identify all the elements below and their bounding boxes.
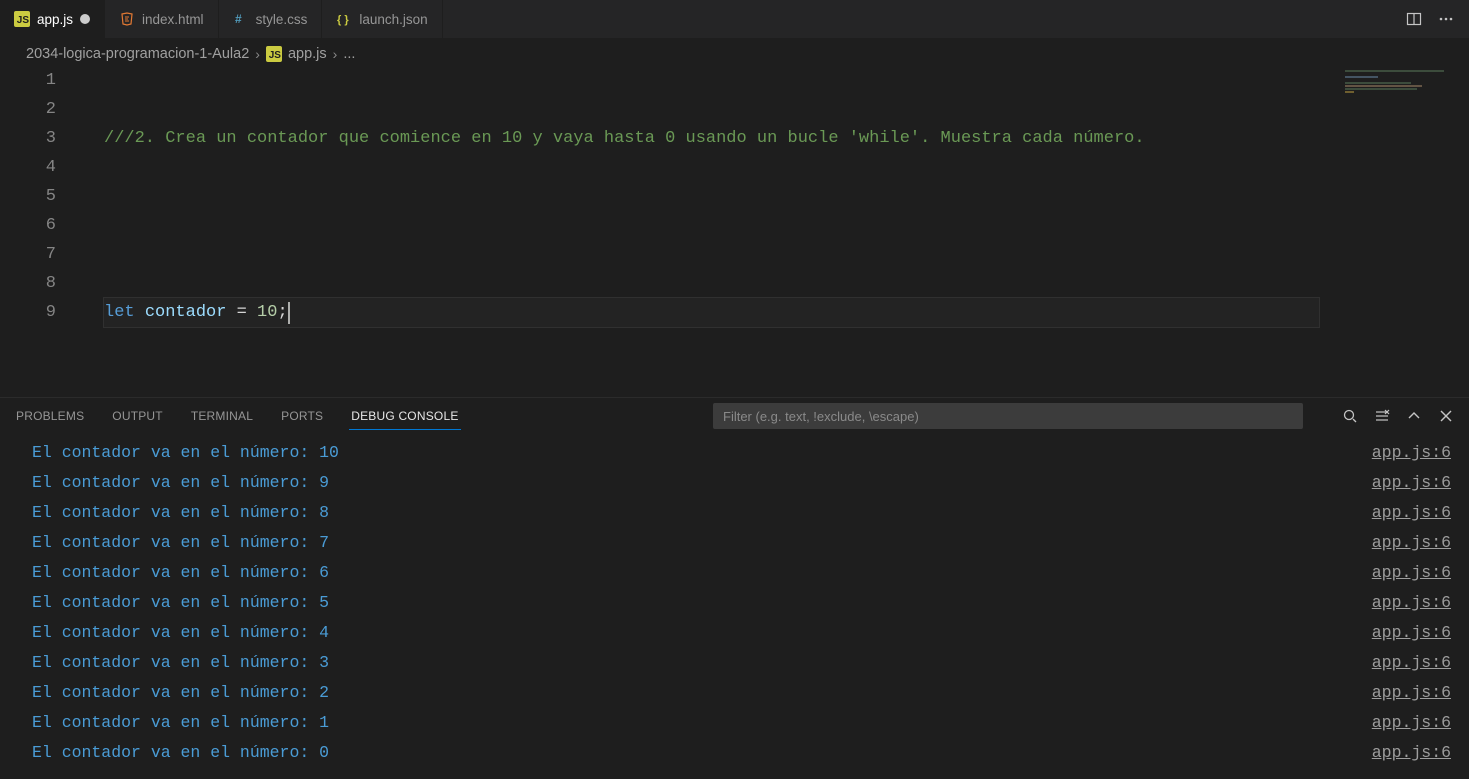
console-line: El contador va en el número: 1app.js:6 — [32, 708, 1455, 738]
console-source-link[interactable]: app.js:6 — [1372, 618, 1455, 648]
svg-text:{ }: { } — [337, 14, 349, 26]
minimap[interactable] — [1345, 70, 1455, 110]
console-line: El contador va en el número: 10app.js:6 — [32, 438, 1455, 468]
line-number-gutter: 1 2 3 4 5 6 7 8 9 — [0, 66, 80, 327]
console-line: El contador va en el número: 5app.js:6 — [32, 588, 1455, 618]
editor-scrollbar[interactable] — [1455, 66, 1469, 397]
css-file-icon: # — [233, 11, 249, 27]
tab-launch-json[interactable]: { } launch.json — [322, 0, 442, 38]
js-file-icon: JS — [14, 11, 30, 27]
unsaved-dot-icon — [80, 14, 90, 24]
panel-tab-bar: PROBLEMS OUTPUT TERMINAL PORTS DEBUG CON… — [0, 398, 1469, 434]
debug-console-filter-input[interactable] — [713, 403, 1303, 429]
json-file-icon: { } — [336, 11, 352, 27]
console-line: El contador va en el número: 6app.js:6 — [32, 558, 1455, 588]
debug-console-output[interactable]: El contador va en el número: 10app.js:6 … — [0, 434, 1469, 779]
console-source-link[interactable]: app.js:6 — [1372, 438, 1455, 468]
console-source-link[interactable]: app.js:6 — [1372, 528, 1455, 558]
breadcrumb-folder[interactable]: 2034-logica-programacion-1-Aula2 — [26, 46, 249, 62]
panel-tab-problems[interactable]: PROBLEMS — [14, 403, 86, 429]
console-source-link[interactable]: app.js:6 — [1372, 708, 1455, 738]
more-actions-icon[interactable] — [1437, 10, 1455, 28]
panel-tab-output[interactable]: OUTPUT — [110, 403, 165, 429]
console-source-link[interactable]: app.js:6 — [1372, 738, 1455, 768]
console-line: El contador va en el número: 4app.js:6 — [32, 618, 1455, 648]
tab-bar: JS app.js index.html # style.css { } lau… — [0, 0, 1469, 38]
tab-index-html[interactable]: index.html — [105, 0, 219, 38]
clear-console-icon[interactable] — [1373, 407, 1391, 425]
breadcrumb-file[interactable]: app.js — [288, 46, 327, 62]
collapse-panel-icon[interactable] — [1405, 407, 1423, 425]
code-content[interactable]: ///2. Crea un contador que comience en 1… — [104, 66, 1319, 397]
tab-style-css[interactable]: # style.css — [219, 0, 323, 38]
bottom-panel: PROBLEMS OUTPUT TERMINAL PORTS DEBUG CON… — [0, 397, 1469, 779]
html-file-icon — [119, 11, 135, 27]
panel-tab-debug-console[interactable]: DEBUG CONSOLE — [349, 403, 460, 430]
console-line: El contador va en el número: 2app.js:6 — [32, 678, 1455, 708]
breadcrumb-more[interactable]: ... — [343, 46, 355, 62]
console-source-link[interactable]: app.js:6 — [1372, 588, 1455, 618]
console-source-link[interactable]: app.js:6 — [1372, 498, 1455, 528]
console-line: El contador va en el número: 8app.js:6 — [32, 498, 1455, 528]
chevron-right-icon: › — [333, 46, 338, 62]
tab-label: app.js — [37, 12, 73, 27]
console-source-link[interactable]: app.js:6 — [1372, 468, 1455, 498]
console-source-link[interactable]: app.js:6 — [1372, 648, 1455, 678]
tab-label: index.html — [142, 12, 204, 27]
chevron-right-icon: › — [255, 46, 260, 62]
js-file-icon: JS — [266, 46, 282, 62]
search-icon[interactable] — [1341, 407, 1359, 425]
breadcrumb[interactable]: 2034-logica-programacion-1-Aula2 › JS ap… — [0, 38, 1469, 66]
console-line: El contador va en el número: 9app.js:6 — [32, 468, 1455, 498]
tab-app-js[interactable]: JS app.js — [0, 0, 105, 38]
console-line: El contador va en el número: 0app.js:6 — [32, 738, 1455, 768]
console-source-link[interactable]: app.js:6 — [1372, 678, 1455, 708]
panel-tab-ports[interactable]: PORTS — [279, 403, 325, 429]
text-cursor — [288, 302, 290, 324]
console-line: El contador va en el número: 7app.js:6 — [32, 528, 1455, 558]
code-editor[interactable]: 1 2 3 4 5 6 7 8 9 ///2. Crea un contador… — [0, 66, 1469, 397]
panel-tab-terminal[interactable]: TERMINAL — [189, 403, 255, 429]
tab-label: launch.json — [359, 12, 427, 27]
close-panel-icon[interactable] — [1437, 407, 1455, 425]
console-source-link[interactable]: app.js:6 — [1372, 558, 1455, 588]
split-editor-icon[interactable] — [1405, 10, 1423, 28]
svg-text:#: # — [235, 12, 242, 26]
console-line: El contador va en el número: 3app.js:6 — [32, 648, 1455, 678]
tab-label: style.css — [256, 12, 308, 27]
